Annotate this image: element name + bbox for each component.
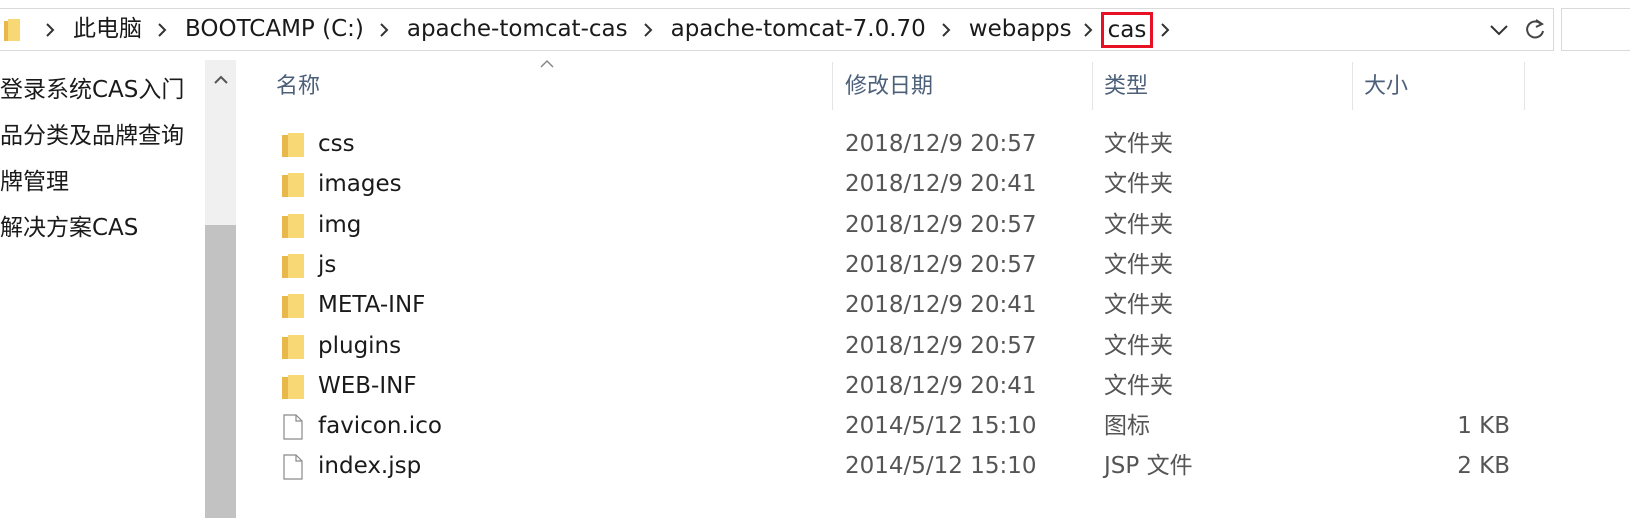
chevron-right-icon[interactable] [940,20,953,40]
folder-icon [282,213,304,239]
file-type: 文件夹 [1104,332,1173,359]
file-modified-date: 2018/12/9 20:57 [845,131,1037,157]
folder-icon [282,334,304,360]
file-type: 文件夹 [1104,171,1173,198]
column-divider[interactable] [1092,62,1093,110]
file-type: 文件夹 [1104,251,1173,278]
scroll-up-button[interactable] [205,60,236,100]
file-row[interactable]: images 2018/12/9 20:41 文件夹 [240,164,1550,204]
address-bar[interactable]: 此电脑 BOOTCAMP (C:) apache-tomcat-cas apac… [0,8,1630,51]
folder-icon [282,172,304,198]
breadcrumb-this-pc[interactable]: 此电脑 [73,9,142,50]
nav-item-category-brand[interactable]: 品分类及品牌查询 [0,116,184,150]
file-size: 1 KB [1457,413,1510,440]
file-modified-date: 2018/12/9 20:41 [845,292,1037,319]
file-type: JSP 文件 [1104,453,1193,480]
nav-item-brand-manage[interactable]: 牌管理 [0,162,69,196]
scroll-thumb[interactable] [205,225,236,518]
file-size: 2 KB [1457,453,1510,480]
sort-caret-icon [540,59,554,68]
breadcrumb-tomcat-cas[interactable]: apache-tomcat-cas [407,9,628,50]
folder-icon [282,253,304,279]
column-header-type[interactable]: 类型 [1104,62,1148,112]
file-row[interactable]: favicon.ico 2014/5/12 15:10 图标 1 KB [240,406,1550,446]
folder-icon [282,374,304,400]
breadcrumb-webapps[interactable]: webapps [969,9,1072,50]
file-type: 文件夹 [1104,372,1173,399]
chevron-right-icon[interactable] [1159,20,1172,40]
file-modified-date: 2018/12/9 20:57 [845,251,1037,278]
file-row[interactable]: css 2018/12/9 20:57 文件夹 [240,124,1550,164]
refresh-button[interactable] [1517,8,1554,51]
nav-item-cas-solution[interactable]: 解决方案CAS [0,208,138,242]
file-name[interactable]: plugins [318,326,401,366]
chevron-right-icon[interactable] [642,20,655,40]
file-row[interactable]: index.jsp 2014/5/12 15:10 JSP 文件 2 KB [240,446,1550,486]
chevron-right-icon[interactable] [378,20,391,40]
breadcrumb-cas-highlighted[interactable]: cas [1100,11,1154,48]
file-name[interactable]: WEB-INF [318,366,417,406]
nav-scrollbar[interactable] [205,60,236,518]
column-header-size[interactable]: 大小 [1364,62,1408,112]
column-divider[interactable] [1524,62,1525,110]
breadcrumb-drive[interactable]: BOOTCAMP (C:) [185,9,364,50]
file-modified-date: 2018/12/9 20:57 [845,332,1037,359]
file-name[interactable]: css [318,124,355,164]
chevron-down-icon[interactable] [1487,19,1511,41]
file-name[interactable]: META-INF [318,285,425,325]
file-type: 图标 [1104,413,1150,440]
file-type: 文件夹 [1104,292,1173,319]
file-type: 文件夹 [1104,211,1173,238]
column-header-name[interactable]: 名称 [276,62,320,112]
file-modified-date: 2018/12/9 20:57 [845,211,1037,238]
breadcrumb: 此电脑 BOOTCAMP (C:) apache-tomcat-cas apac… [30,9,1172,50]
file-icon [282,454,304,480]
address-box[interactable]: 此电脑 BOOTCAMP (C:) apache-tomcat-cas apac… [0,8,1518,51]
file-modified-date: 2018/12/9 20:41 [845,171,1037,198]
search-input[interactable] [1561,8,1630,51]
folder-icon [282,132,304,158]
chevron-up-icon [213,75,228,84]
file-modified-date: 2014/5/12 15:10 [845,413,1037,440]
chevron-right-icon[interactable] [1082,20,1095,40]
chevron-right-icon[interactable] [44,20,57,40]
file-row[interactable]: plugins 2018/12/9 20:57 文件夹 [240,326,1550,366]
file-name[interactable]: favicon.ico [318,406,442,446]
navigation-pane: 登录系统CAS入门 品分类及品牌查询 牌管理 解决方案CAS [0,60,205,518]
folder-icon [4,19,20,41]
chevron-right-icon[interactable] [156,20,169,40]
file-row[interactable]: META-INF 2018/12/9 20:41 文件夹 [240,285,1550,325]
file-name[interactable]: index.jsp [318,446,421,486]
file-row[interactable]: img 2018/12/9 20:57 文件夹 [240,205,1550,245]
folder-icon [282,293,304,319]
file-name[interactable]: img [318,205,361,245]
column-divider[interactable] [832,62,833,110]
file-icon [282,414,304,440]
file-type: 文件夹 [1104,131,1173,157]
file-modified-date: 2018/12/9 20:41 [845,372,1037,399]
file-row[interactable]: js 2018/12/9 20:57 文件夹 [240,245,1550,285]
file-row[interactable]: WEB-INF 2018/12/9 20:41 文件夹 [240,366,1550,406]
breadcrumb-tomcat-version[interactable]: apache-tomcat-7.0.70 [671,9,926,50]
file-name[interactable]: images [318,164,402,204]
column-divider[interactable] [1352,62,1353,110]
file-name[interactable]: js [318,245,336,285]
column-header-modified[interactable]: 修改日期 [845,62,933,112]
refresh-icon [1526,18,1544,38]
nav-item-cas-login[interactable]: 登录系统CAS入门 [0,70,184,104]
file-modified-date: 2014/5/12 15:10 [845,453,1037,480]
